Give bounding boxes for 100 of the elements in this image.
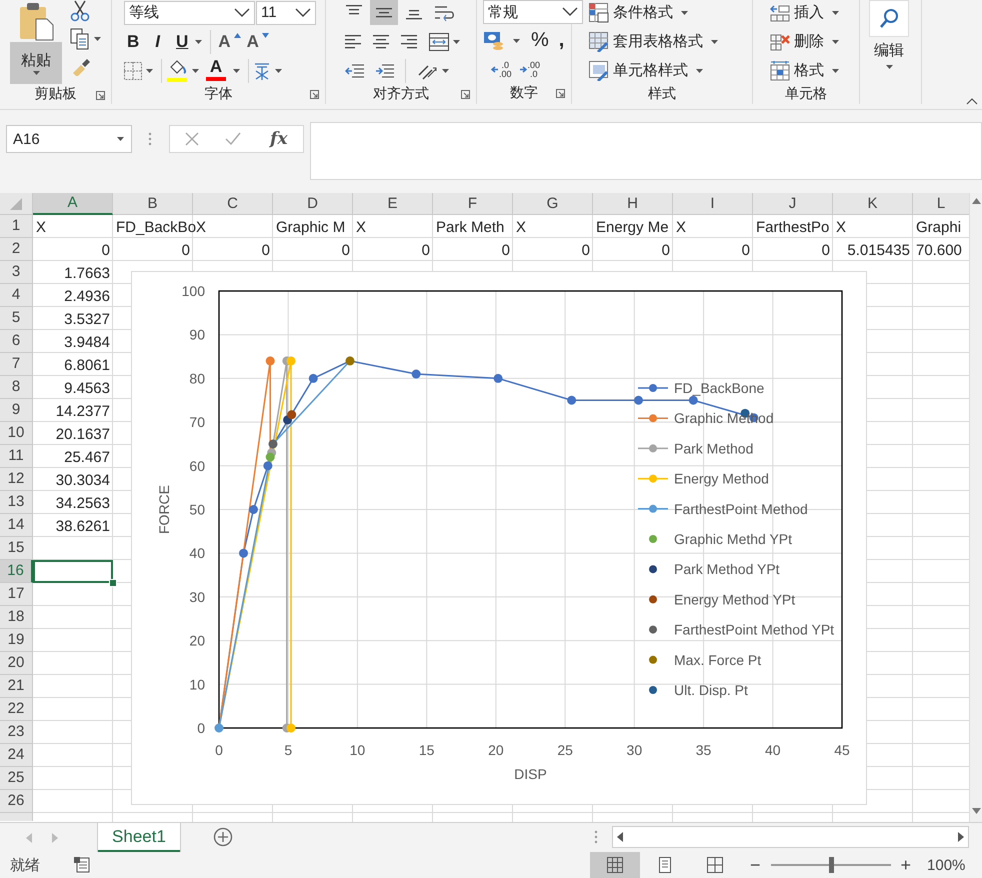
caret-icon[interactable] (274, 68, 283, 74)
row-header[interactable]: 8 (0, 376, 33, 399)
align-left-icon[interactable] (345, 34, 361, 48)
zoom-out-button[interactable]: − (748, 854, 763, 876)
column-header[interactable]: I (673, 193, 753, 215)
styles-menu-button[interactable]: 套用表格格式 (586, 29, 725, 54)
add-sheet-icon[interactable] (213, 827, 233, 847)
macro-record-icon[interactable] (74, 857, 90, 873)
cells-menu-button[interactable]: 插入 (767, 0, 846, 25)
row-header[interactable]: 3 (0, 261, 33, 284)
dialog-launcher-icon[interactable] (461, 90, 470, 99)
cells-menu-button[interactable]: 格式 (767, 58, 846, 83)
scroll-down-icon[interactable] (972, 808, 980, 814)
dialog-launcher-icon[interactable] (310, 90, 319, 99)
caret-icon[interactable] (512, 38, 521, 44)
row-header[interactable]: 25 (0, 767, 33, 790)
increase-decimal-button[interactable]: .0 .00 (491, 58, 512, 82)
align-center-icon[interactable] (373, 34, 389, 48)
caret-icon[interactable] (194, 38, 204, 44)
scroll-up-icon[interactable] (972, 198, 980, 204)
insert-function-button[interactable]: fx (266, 129, 292, 149)
caret-icon[interactable] (441, 68, 450, 74)
caret-icon[interactable] (93, 36, 102, 42)
row-header[interactable]: 9 (0, 399, 33, 422)
caret-icon[interactable] (831, 38, 840, 44)
caret-icon[interactable] (831, 68, 840, 74)
underline-button[interactable]: U (173, 30, 192, 54)
column-header[interactable]: F (433, 193, 513, 215)
chevron-icon[interactable] (562, 7, 578, 17)
row-header[interactable]: 10 (0, 422, 33, 445)
column-header[interactable]: C (193, 193, 273, 215)
sheet-tab[interactable]: Sheet1 (98, 823, 180, 852)
slider-thumb[interactable] (828, 857, 834, 873)
styles-menu-button[interactable]: 条件格式 (586, 0, 725, 25)
align-right-icon[interactable] (401, 34, 417, 48)
grow-font-button[interactable]: A (215, 30, 244, 54)
find-button[interactable]: 编辑 (869, 0, 909, 84)
row-header[interactable]: 1 (0, 215, 33, 238)
phonetic-guide-icon[interactable] (253, 60, 271, 80)
row-header[interactable]: 6 (0, 330, 33, 353)
row-header[interactable]: 2 (0, 238, 33, 261)
formula-input[interactable] (310, 122, 982, 180)
merge-cells-icon[interactable] (429, 32, 449, 50)
column-header[interactable]: D (273, 193, 353, 215)
caret-icon[interactable] (680, 10, 689, 16)
increase-indent-icon[interactable] (375, 62, 395, 80)
row-header[interactable]: 24 (0, 744, 33, 767)
caret-icon[interactable] (884, 64, 894, 70)
chevron-icon[interactable] (295, 8, 311, 18)
column-header[interactable]: G (513, 193, 593, 215)
caret-icon[interactable] (191, 68, 200, 74)
font-family-field[interactable]: 等线 (124, 0, 255, 24)
shrink-font-button[interactable]: A (244, 30, 272, 54)
column-header[interactable]: H (593, 193, 673, 215)
column-header[interactable]: B (113, 193, 193, 215)
caret-icon[interactable] (32, 70, 40, 76)
caret-icon[interactable] (145, 68, 154, 74)
row-header[interactable]: 14 (0, 514, 33, 537)
decrease-decimal-button[interactable]: .00 .0 (520, 58, 540, 82)
column-header[interactable]: K (833, 193, 913, 215)
cells-menu-button[interactable]: 删除 (767, 29, 846, 54)
row-header[interactable]: 20 (0, 652, 33, 675)
row-header[interactable]: 22 (0, 698, 33, 721)
percent-button[interactable]: % (528, 28, 552, 52)
column-header[interactable]: A (33, 193, 113, 215)
row-header[interactable]: 7 (0, 353, 33, 376)
decrease-indent-icon[interactable] (345, 62, 365, 80)
bold-button[interactable]: B (124, 30, 142, 54)
caret-icon[interactable] (710, 38, 719, 44)
scroll-right-icon[interactable] (958, 832, 964, 842)
column-header[interactable]: E (353, 193, 433, 215)
copy-icon[interactable] (70, 28, 90, 50)
zoom-in-button[interactable]: + (898, 854, 914, 876)
row-header[interactable]: 26 (0, 790, 33, 813)
view-button[interactable] (590, 852, 640, 878)
row-header[interactable]: 19 (0, 629, 33, 652)
vertical-align-button[interactable] (370, 0, 398, 25)
comma-button[interactable]: , (556, 28, 568, 52)
collapse-ribbon-icon[interactable] (966, 97, 978, 105)
fill-color-icon[interactable] (166, 58, 188, 82)
row-header[interactable]: 5 (0, 307, 33, 330)
caret-icon[interactable] (831, 10, 840, 16)
styles-menu-button[interactable]: 单元格样式 (586, 58, 725, 83)
font-color-button[interactable]: A (203, 58, 229, 84)
chevron-icon[interactable] (234, 8, 250, 18)
row-header[interactable]: 23 (0, 721, 33, 744)
caret-icon[interactable] (452, 38, 461, 44)
scissors-icon[interactable] (70, 0, 90, 22)
caret-icon[interactable] (232, 68, 241, 74)
italic-button[interactable]: I (152, 30, 164, 54)
dialog-launcher-icon[interactable] (556, 89, 565, 98)
font-size-field[interactable]: 11 (256, 0, 316, 24)
scroll-left-icon[interactable] (617, 832, 623, 842)
row-header[interactable]: 21 (0, 675, 33, 698)
borders-icon[interactable] (124, 62, 142, 80)
row-header[interactable]: 15 (0, 537, 33, 560)
row-header[interactable]: 18 (0, 606, 33, 629)
currency-icon[interactable] (483, 30, 505, 52)
name-box[interactable]: A16 (6, 125, 132, 153)
row-header[interactable]: 4 (0, 284, 33, 307)
